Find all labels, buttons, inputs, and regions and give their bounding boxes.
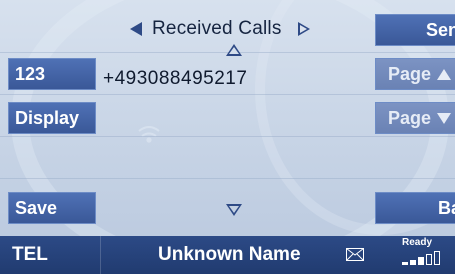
page-down-label: Page: [388, 107, 432, 128]
send-button[interactable]: Send: [375, 14, 455, 46]
next-list-arrow-icon[interactable]: [297, 22, 310, 36]
phone-screen: Received Calls +493088495217 123 Display…: [0, 0, 455, 274]
caller-name: Unknown Name: [158, 244, 301, 265]
status-divider: [100, 236, 101, 274]
message-envelope-icon: [346, 248, 364, 261]
signal-bar: [410, 260, 416, 265]
signal-bar: [402, 262, 408, 265]
row-divider: [0, 94, 455, 95]
call-entry-number[interactable]: +493088495217: [103, 68, 247, 90]
page-up-arrow-icon: [437, 68, 452, 80]
ready-status: Ready: [402, 237, 433, 248]
previous-list-arrow-icon[interactable]: [130, 22, 142, 36]
back-button[interactable]: Back: [375, 192, 455, 224]
keypad-button[interactable]: 123: [8, 58, 96, 90]
scroll-up-arrow-icon[interactable]: [226, 44, 242, 56]
row-divider: [0, 136, 455, 137]
signal-bar: [434, 251, 440, 265]
page-up-button[interactable]: Page: [375, 58, 455, 90]
page-down-button[interactable]: Page: [375, 102, 455, 134]
row-divider: [0, 178, 455, 179]
page-down-arrow-icon: [437, 112, 452, 124]
list-title: Received Calls: [130, 16, 310, 42]
mode-label: TEL: [12, 244, 48, 265]
page-up-label: Page: [388, 63, 432, 84]
signal-strength-icon: [402, 251, 442, 265]
save-button[interactable]: Save: [8, 192, 96, 224]
list-title-text: Received Calls: [152, 18, 282, 39]
scroll-down-arrow-icon[interactable]: [226, 204, 242, 216]
display-button[interactable]: Display: [8, 102, 96, 134]
signal-bar: [418, 257, 424, 265]
status-bar: TEL Unknown Name Ready: [0, 236, 455, 274]
signal-bar: [426, 254, 432, 265]
